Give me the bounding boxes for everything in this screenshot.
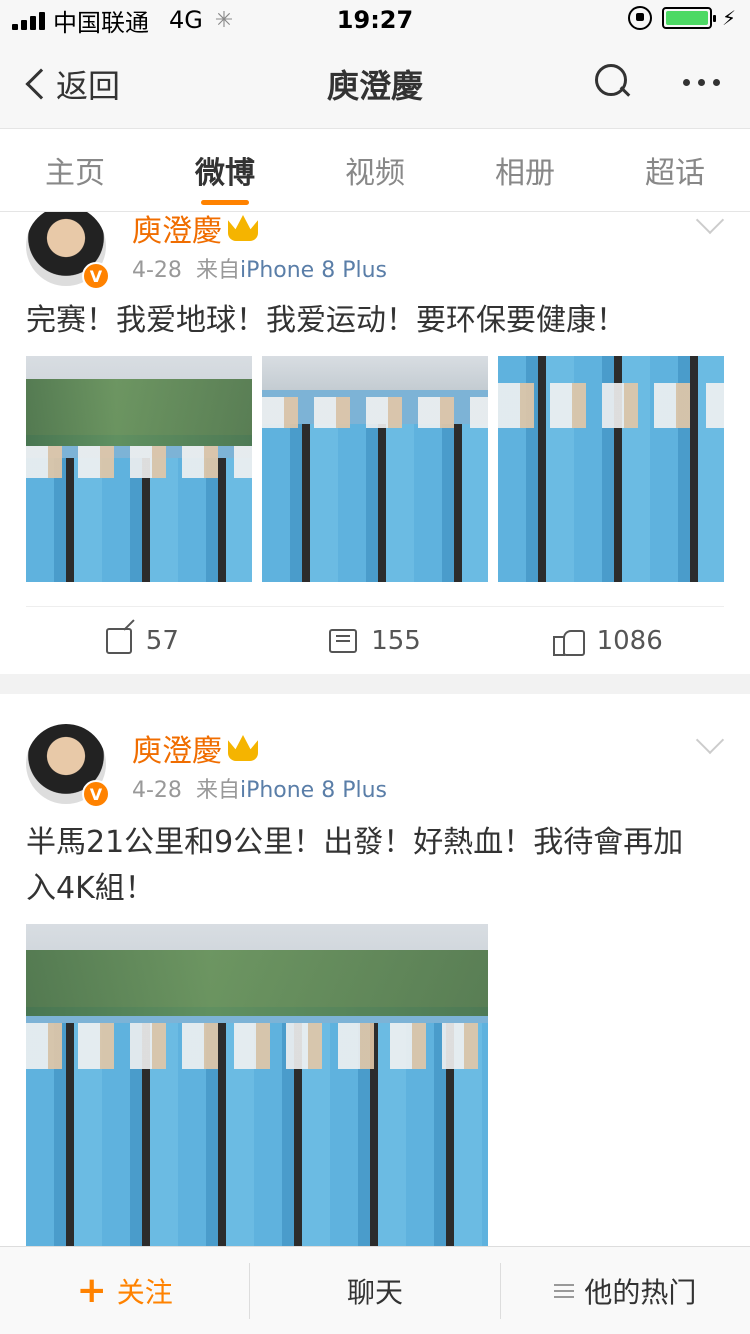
post-meta: 4-28 来自iPhone 8 Plus (132, 258, 387, 283)
post-username[interactable]: 庾澄慶 (132, 726, 258, 770)
tab-super-topic[interactable]: 超话 (600, 129, 750, 211)
list-icon (554, 1283, 575, 1298)
post-photo[interactable] (262, 356, 488, 582)
more-options-icon[interactable] (683, 62, 720, 102)
chevron-down-icon[interactable] (695, 725, 725, 755)
hot-posts-button[interactable]: 他的热门 (499, 1262, 750, 1319)
post-card: V 庾澄慶 4-28 来自iPhone 8 Plus 半馬21公里和9公里！出發… (0, 694, 750, 1246)
charging-icon: ⚡ (721, 6, 736, 30)
tab-weibo[interactable]: 微博 (150, 129, 300, 211)
active-tab-indicator (201, 200, 249, 205)
verified-badge-icon: V (82, 780, 110, 808)
search-icon[interactable] (593, 62, 633, 102)
orientation-lock-icon (627, 6, 652, 30)
bottom-action-bar: + 关注 聊天 他的热门 (0, 1246, 750, 1334)
repost-button[interactable]: 57 (26, 607, 259, 674)
chevron-left-icon (25, 68, 57, 100)
battery-icon (661, 7, 716, 29)
tab-home[interactable]: 主页 (0, 129, 150, 211)
follow-button[interactable]: + 关注 (0, 1263, 249, 1319)
tab-albums[interactable]: 相册 (450, 129, 600, 211)
post-source[interactable]: iPhone 8 Plus (240, 258, 387, 283)
post-card: V 庾澄慶 4-28 来自iPhone 8 Plus 完赛！我爱地球！我爱运动！… (0, 212, 750, 674)
post-photo[interactable] (26, 356, 252, 582)
back-button[interactable]: 返回 (22, 61, 120, 107)
navigation-bar: 返回 庾澄慶 (0, 40, 750, 128)
verified-badge-icon: V (82, 262, 110, 290)
post-text: 完赛！我爱地球！我爱运动！要环保要健康！ (26, 303, 626, 338)
post-feed[interactable]: V 庾澄慶 4-28 来自iPhone 8 Plus 完赛！我爱地球！我爱运动！… (0, 212, 750, 1246)
loading-spinner-icon: ✳ (214, 7, 234, 33)
share-icon (105, 627, 132, 654)
avatar[interactable]: V (26, 724, 110, 808)
post-photo[interactable] (26, 924, 488, 1246)
post-photo[interactable] (498, 356, 724, 582)
crown-icon (228, 215, 258, 241)
tab-videos[interactable]: 视频 (300, 129, 450, 211)
post-text: 半馬21公里和9公里！出發！好熱血！我待會再加入4K組！ (26, 825, 684, 906)
back-label: 返回 (56, 67, 121, 105)
comment-button[interactable]: 155 (259, 607, 492, 674)
plus-icon: + (76, 1269, 107, 1311)
post-actions: 57 155 1086 (26, 606, 724, 674)
status-bar: 中国联通 4G ✳ 19:27 ⚡ (0, 0, 750, 40)
thumbs-up-icon (552, 626, 585, 656)
carrier-name: 中国联通 (53, 8, 149, 37)
post-meta: 4-28 来自iPhone 8 Plus (132, 778, 387, 803)
avatar[interactable]: V (26, 212, 110, 290)
chevron-down-icon[interactable] (695, 212, 725, 235)
post-source[interactable]: iPhone 8 Plus (240, 778, 387, 803)
network-type: 4G (169, 6, 203, 34)
profile-tabs: 主页 微博 视频 相册 超话 (0, 128, 750, 212)
like-button[interactable]: 1086 (491, 607, 724, 674)
post-username[interactable]: 庾澄慶 (132, 212, 258, 250)
signal-strength-icon (12, 10, 45, 30)
crown-icon (228, 735, 258, 761)
chat-button[interactable]: 聊天 (249, 1262, 499, 1319)
comment-icon (329, 628, 358, 653)
